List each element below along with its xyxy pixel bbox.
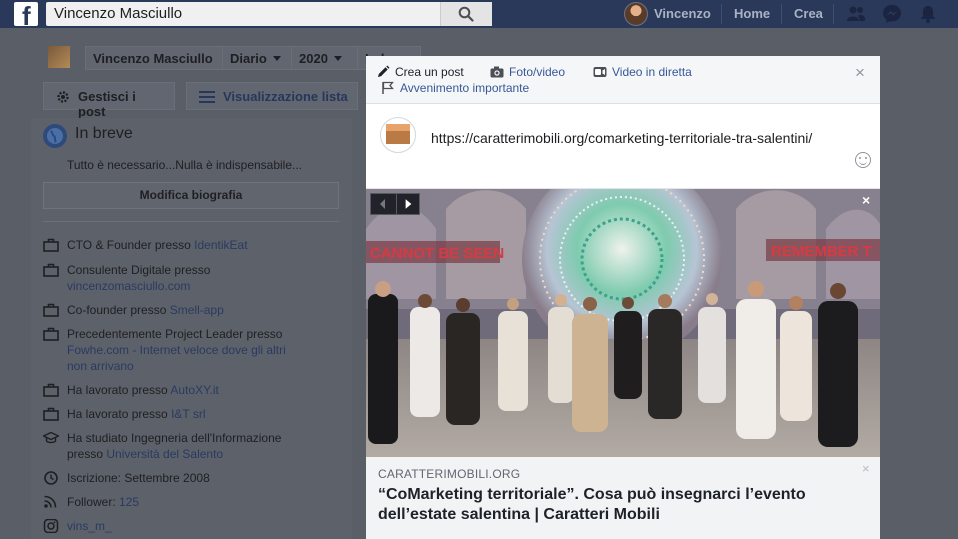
intro-item-link[interactable]: Fowhe.com - Internet veloce dove gli alt… <box>67 343 286 373</box>
intro-item-text: Precedentemente Project Leader presso <box>67 327 283 341</box>
chevron-down-icon <box>333 56 342 61</box>
image-carousel-controls <box>370 193 420 215</box>
intro-item-link[interactable]: vins_m_ <box>67 519 112 533</box>
composer-tabs: Crea un post Foto/video Video in diretta… <box>366 56 880 104</box>
intro-bio: Tutto è necessario...Nulla è indispensab… <box>67 158 303 172</box>
nav-create-link[interactable]: Crea <box>794 6 823 21</box>
messenger-icon[interactable] <box>882 4 902 24</box>
intro-card: In breve Tutto è necessario...Nulla è in… <box>31 118 352 539</box>
tab-create-post-label: Crea un post <box>395 65 464 79</box>
divider <box>43 221 339 222</box>
tab-life-event-label: Avvenimento importante <box>400 81 530 95</box>
tab-photo-video-label: Foto/video <box>509 65 566 79</box>
remove-preview-icon[interactable]: × <box>862 461 870 476</box>
list-view-label: Visualizzazione lista <box>223 89 348 104</box>
notifications-bell-icon[interactable] <box>918 4 938 24</box>
briefcase-icon <box>43 407 59 421</box>
pencil-icon <box>378 65 390 77</box>
image-sign-left: CANNOT BE SEEN <box>370 245 504 262</box>
manage-posts-button[interactable]: Gestisci i post <box>43 82 175 119</box>
timeline-dropdown[interactable]: Diario <box>222 46 292 70</box>
link-preview-info[interactable]: CARATTERIMOBILI.ORG “CoMarketing territo… <box>366 457 880 539</box>
nav-home-link[interactable]: Home <box>734 6 770 21</box>
composer-body: https://caratterimobili.org/comarketing-… <box>366 105 880 188</box>
manage-posts-label: Gestisci i post <box>78 89 136 119</box>
video-camera-icon <box>593 67 607 77</box>
clock-icon <box>44 471 58 485</box>
intro-item-text: Follower: <box>67 495 120 509</box>
briefcase-icon <box>43 327 59 341</box>
flag-icon <box>382 81 394 94</box>
search-bar[interactable]: Vincenzo Masciullo <box>46 2 492 26</box>
year-label: 2020 <box>299 51 328 66</box>
graduation-cap-icon <box>43 431 59 444</box>
timeline-label: Diario <box>230 51 267 66</box>
close-icon[interactable]: × <box>855 64 865 82</box>
intro-item-link[interactable]: 125 <box>119 495 139 509</box>
fashion-show-photo: CANNOT BE SEEN REMEMBER T <box>366 189 880 457</box>
rss-icon <box>44 495 57 508</box>
briefcase-icon <box>43 263 59 277</box>
top-navigation-bar: f Vincenzo Masciullo Vincenzo Home Crea <box>0 0 958 28</box>
user-avatar[interactable] <box>624 2 648 26</box>
intro-item-text: Iscrizione: Settembre 2008 <box>67 471 210 485</box>
profile-mini-avatar[interactable] <box>48 46 70 68</box>
link-preview-card[interactable]: CANNOT BE SEEN REMEMBER T × CARATTERIMOB… <box>366 189 880 539</box>
intro-item-text: Consulente Digitale presso <box>67 263 211 277</box>
nav-profile-link[interactable]: Vincenzo <box>654 6 711 21</box>
intro-item-link[interactable]: IdentikEat <box>194 238 247 252</box>
nav-divider <box>721 4 722 24</box>
briefcase-icon <box>43 238 59 252</box>
intro-item-link[interactable]: vincenzomasciullo.com <box>67 279 190 293</box>
briefcase-icon <box>43 383 59 397</box>
chevron-down-icon <box>272 56 281 61</box>
intro-item-link[interactable]: Università del Salento <box>106 447 223 461</box>
intro-item-text: Ha lavorato presso <box>67 383 171 397</box>
link-preview-title: “CoMarketing territoriale”. Cosa può ins… <box>378 486 806 523</box>
chevron-right-icon[interactable] <box>396 194 420 214</box>
intro-item-link[interactable]: AutoXY.it <box>170 383 218 397</box>
create-post-dialog: Crea un post Foto/video Video in diretta… <box>366 56 880 539</box>
intro-title: In breve <box>75 125 133 142</box>
emoji-icon[interactable] <box>855 152 871 168</box>
camera-icon <box>490 66 504 78</box>
nav-divider <box>781 4 782 24</box>
search-input[interactable]: Vincenzo Masciullo <box>54 5 182 22</box>
chevron-left-icon[interactable] <box>371 194 395 214</box>
briefcase-icon <box>43 303 59 317</box>
friend-requests-icon[interactable] <box>846 4 866 24</box>
link-preview-image: CANNOT BE SEEN REMEMBER T × <box>366 189 880 457</box>
nav-divider <box>833 4 834 24</box>
remove-image-icon[interactable]: × <box>862 192 870 208</box>
intro-item-text: Ha lavorato presso <box>67 407 172 421</box>
list-icon <box>199 91 215 103</box>
year-dropdown[interactable]: 2020 <box>291 46 358 70</box>
intro-item-text: Co-founder presso <box>67 303 170 317</box>
list-view-button[interactable]: Visualizzazione lista <box>186 82 358 110</box>
tab-live-video-label: Video in diretta <box>612 65 692 79</box>
image-sign-right: REMEMBER T <box>771 243 872 260</box>
edit-bio-button[interactable]: Modifica biografia <box>43 182 339 209</box>
intro-item-text: CTO & Founder presso <box>67 238 195 252</box>
intro-item-link[interactable]: I&T srl <box>171 407 205 421</box>
profile-name-button[interactable]: Vincenzo Masciullo <box>85 46 223 70</box>
gear-icon <box>57 91 69 103</box>
user-avatar <box>380 117 416 153</box>
globe-icon <box>43 124 67 148</box>
search-button[interactable] <box>440 2 492 26</box>
instagram-icon <box>43 519 59 533</box>
facebook-logo-icon[interactable]: f <box>14 2 38 26</box>
intro-item-link[interactable]: Smell-app <box>170 303 224 317</box>
link-preview-domain: CARATTERIMOBILI.ORG <box>378 467 521 481</box>
search-icon <box>458 6 474 22</box>
post-text-input[interactable]: https://caratterimobili.org/comarketing-… <box>431 129 831 147</box>
